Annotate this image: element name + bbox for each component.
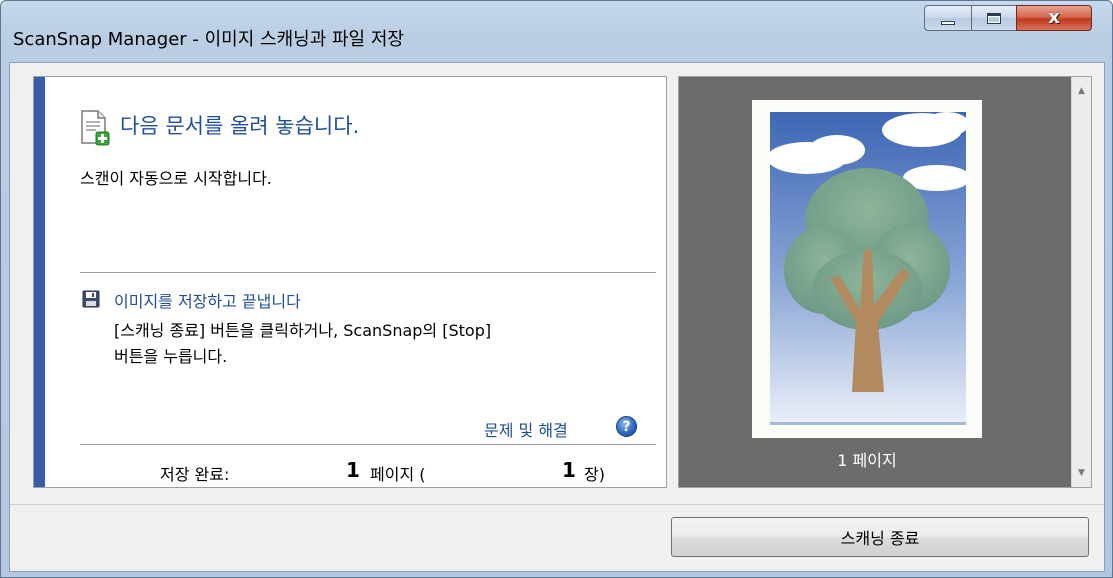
saved-label: 저장 완료: — [160, 465, 230, 484]
window-title: ScanSnap Manager - 이미지 스캐닝과 파일 저장 — [13, 29, 404, 50]
minimize-icon — [941, 21, 955, 25]
saved-sheet-count: 1 — [562, 458, 576, 482]
finish-instruction-line2: 버튼을 누릅니다. — [114, 347, 228, 366]
page-unit: 페이지 ( — [370, 465, 426, 484]
instruction-heading: 다음 문서를 올려 놓습니다. — [120, 114, 360, 138]
save-disk-icon — [82, 290, 100, 308]
scroll-up-icon[interactable]: ▲ — [1072, 81, 1091, 101]
save-and-finish-link[interactable]: 이미지를 저장하고 끝냅니다 — [114, 288, 301, 312]
add-document-icon — [81, 110, 110, 146]
preview-scrollbar[interactable]: ▲ ▼ — [1071, 77, 1091, 487]
divider — [80, 272, 656, 273]
instruction-panel: 다음 문서를 올려 놓습니다. 스캔이 자동으로 시작합니다. 이미지를 저장하… — [33, 76, 667, 488]
scanned-page-thumbnail[interactable] — [752, 100, 982, 438]
scansnap-window: ScanSnap Manager - 이미지 스캐닝과 파일 저장 x 다음 문… — [0, 0, 1113, 578]
maximize-icon — [987, 12, 1001, 24]
close-button[interactable]: x — [1016, 5, 1092, 31]
client-area: 다음 문서를 올려 놓습니다. 스캔이 자동으로 시작합니다. 이미지를 저장하… — [9, 62, 1105, 572]
footer-divider — [10, 504, 1104, 505]
troubleshooting-link[interactable]: 문제 및 해결 — [484, 417, 568, 441]
title-bar[interactable]: ScanSnap Manager - 이미지 스캐닝과 파일 저장 x — [1, 1, 1112, 61]
panel-accent-stripe — [34, 77, 45, 487]
scan-preview-panel: 1 페이지 ▲ ▼ — [678, 76, 1092, 488]
minimize-button[interactable] — [924, 5, 972, 31]
auto-start-text: 스캔이 자동으로 시작합니다. — [80, 169, 272, 188]
scroll-down-icon[interactable]: ▼ — [1072, 463, 1091, 483]
close-icon: x — [1048, 7, 1060, 28]
saved-page-count: 1 — [346, 458, 360, 482]
finish-scanning-button[interactable]: 스캐닝 종료 — [671, 517, 1089, 557]
help-icon[interactable]: ? — [616, 416, 637, 437]
finish-instruction-line1: [스캐닝 종료] 버튼을 클릭하거나, ScanSnap의 [Stop] — [114, 321, 492, 340]
divider — [80, 444, 656, 445]
maximize-button[interactable] — [971, 5, 1017, 31]
sheet-unit: 장) — [584, 465, 605, 484]
page-number-label: 1 페이지 — [837, 451, 897, 470]
